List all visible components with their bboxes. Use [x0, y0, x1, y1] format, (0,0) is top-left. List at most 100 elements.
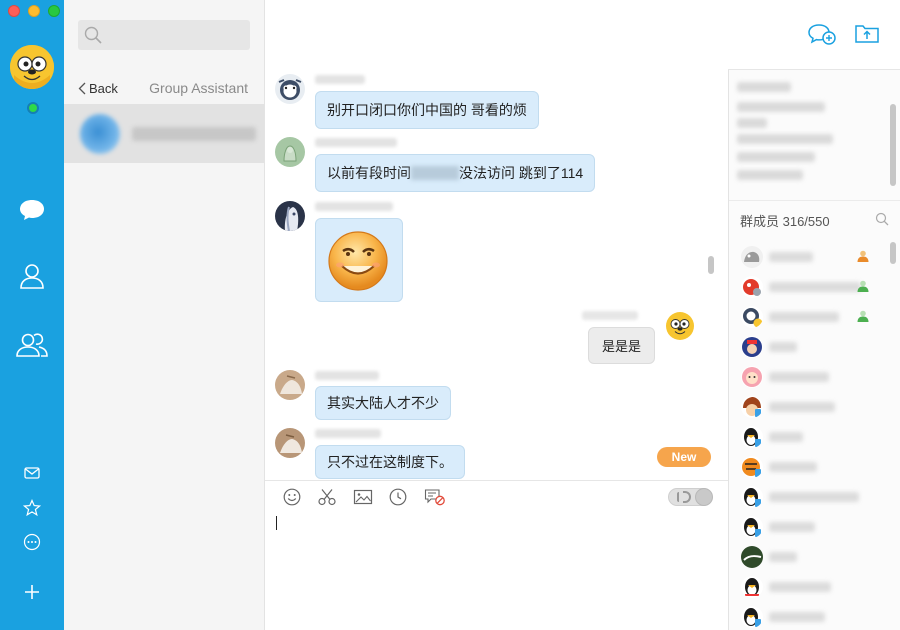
emoji-icon — [283, 488, 301, 506]
member-item[interactable] — [729, 542, 879, 572]
sender-avatar[interactable] — [275, 137, 305, 167]
block-messages-button[interactable] — [424, 488, 446, 509]
member-name-redacted — [769, 312, 839, 322]
message-bubble[interactable]: 以前有段时间 没法访问 跳到了114 — [315, 154, 596, 192]
window-minimize-button[interactable] — [28, 5, 40, 17]
group-notice-redacted — [737, 118, 767, 128]
member-name-redacted — [769, 372, 829, 382]
group-avatar — [80, 113, 120, 154]
sender-name-redacted — [315, 75, 365, 84]
mail-icon[interactable] — [0, 464, 64, 482]
member-scrollbar[interactable] — [890, 242, 896, 264]
add-icon[interactable] — [0, 582, 64, 602]
member-item[interactable] — [729, 302, 879, 332]
message-input[interactable] — [265, 512, 728, 630]
message-text: 只不过在这制度下。 — [327, 454, 453, 470]
member-avatar — [741, 246, 763, 268]
members-header: 群成员 316/550 — [729, 200, 900, 240]
block-icon — [424, 489, 445, 506]
member-name-redacted — [769, 462, 817, 472]
user-avatar[interactable] — [10, 45, 54, 89]
upload-icon — [855, 25, 879, 43]
nav-rail — [0, 0, 64, 630]
message-scrollbar[interactable] — [708, 256, 714, 274]
upload-button[interactable] — [854, 22, 880, 47]
image-button[interactable] — [353, 488, 373, 509]
member-list[interactable] — [729, 242, 900, 630]
message-text: 其实大陆人才不少 — [327, 395, 439, 411]
new-messages-badge[interactable]: New — [657, 447, 711, 467]
session-list: Back Group Assistant — [64, 0, 265, 630]
online-status-dot — [27, 102, 39, 114]
contacts-icon[interactable] — [0, 262, 64, 290]
member-name-redacted — [769, 492, 859, 502]
group-notice-redacted — [737, 152, 815, 162]
message-bubble-outgoing[interactable]: 是是是 — [587, 327, 655, 364]
message-bubble[interactable]: 别开口闭口你们中国的 哥看的烦 — [315, 91, 539, 129]
groups-icon[interactable] — [0, 331, 64, 359]
message-bubble[interactable]: 只不过在这制度下。 — [315, 445, 465, 479]
message-list[interactable]: 别开口闭口你们中国的 哥看的烦 以前有段时间 没法访问 跳到了114 是是是 其… — [265, 70, 728, 480]
member-avatar — [741, 366, 763, 388]
new-chat-icon — [808, 24, 836, 45]
sender-avatar[interactable] — [275, 370, 305, 400]
member-item[interactable] — [729, 392, 879, 422]
member-name-redacted — [769, 522, 815, 532]
group-info-panel: 群成员 316/550 — [728, 70, 900, 630]
member-item[interactable] — [729, 512, 879, 542]
member-item[interactable] — [729, 242, 879, 272]
member-item[interactable] — [729, 452, 879, 482]
message-composer[interactable] — [265, 512, 728, 630]
group-notice-redacted — [737, 134, 833, 144]
member-name-redacted — [769, 432, 803, 442]
member-avatar — [741, 606, 763, 628]
emoji-button[interactable] — [283, 488, 301, 509]
group-name-redacted — [737, 82, 791, 92]
new-chat-button[interactable] — [807, 22, 837, 49]
search-box[interactable] — [78, 20, 250, 50]
admin-icon — [856, 279, 870, 296]
search-input[interactable] — [108, 22, 248, 48]
member-name-redacted — [769, 552, 797, 562]
history-button[interactable] — [389, 488, 407, 509]
admin-icon — [856, 309, 870, 326]
favorites-icon[interactable] — [0, 498, 64, 518]
member-item[interactable] — [729, 482, 879, 512]
window-zoom-button[interactable] — [48, 5, 60, 17]
voice-toggle[interactable] — [668, 488, 713, 506]
message-text-part: 以前有段时间 — [327, 165, 411, 181]
sender-name-redacted — [582, 311, 638, 320]
info-scrollbar[interactable] — [890, 104, 896, 186]
message-bubble[interactable]: 其实大陆人才不少 — [315, 386, 451, 420]
member-name-redacted — [769, 582, 831, 592]
chat-icon[interactable] — [0, 196, 64, 224]
member-avatar — [741, 546, 763, 568]
sender-avatar[interactable] — [275, 201, 305, 231]
message-item-outgoing: 是是是 — [265, 308, 728, 368]
window-close-button[interactable] — [8, 5, 20, 17]
history-icon — [389, 488, 407, 506]
member-item[interactable] — [729, 362, 879, 392]
member-item[interactable] — [729, 572, 879, 602]
sticker-bubble[interactable] — [315, 218, 403, 302]
session-item-group[interactable] — [64, 104, 264, 163]
more-icon[interactable] — [0, 533, 64, 551]
voice-toggle-indicator — [677, 492, 681, 502]
member-item[interactable] — [729, 272, 879, 302]
screenshot-button[interactable] — [317, 488, 337, 509]
sender-avatar[interactable] — [275, 74, 305, 104]
member-item[interactable] — [729, 332, 879, 362]
sender-name-redacted — [315, 138, 397, 147]
sender-avatar[interactable] — [275, 428, 305, 458]
message-text: 是是是 — [601, 339, 641, 354]
back-button[interactable]: Back — [78, 81, 118, 96]
member-avatar — [741, 396, 763, 418]
member-item[interactable] — [729, 422, 879, 452]
member-search-button[interactable] — [875, 212, 889, 229]
session-list-title: Group Assistant — [149, 80, 248, 96]
chat-pane: 别开口闭口你们中国的 哥看的烦 以前有段时间 没法访问 跳到了114 是是是 其… — [265, 0, 728, 630]
member-name-redacted — [769, 402, 835, 412]
member-item[interactable] — [729, 602, 879, 630]
member-name-redacted — [769, 342, 797, 352]
own-avatar[interactable] — [666, 312, 694, 340]
